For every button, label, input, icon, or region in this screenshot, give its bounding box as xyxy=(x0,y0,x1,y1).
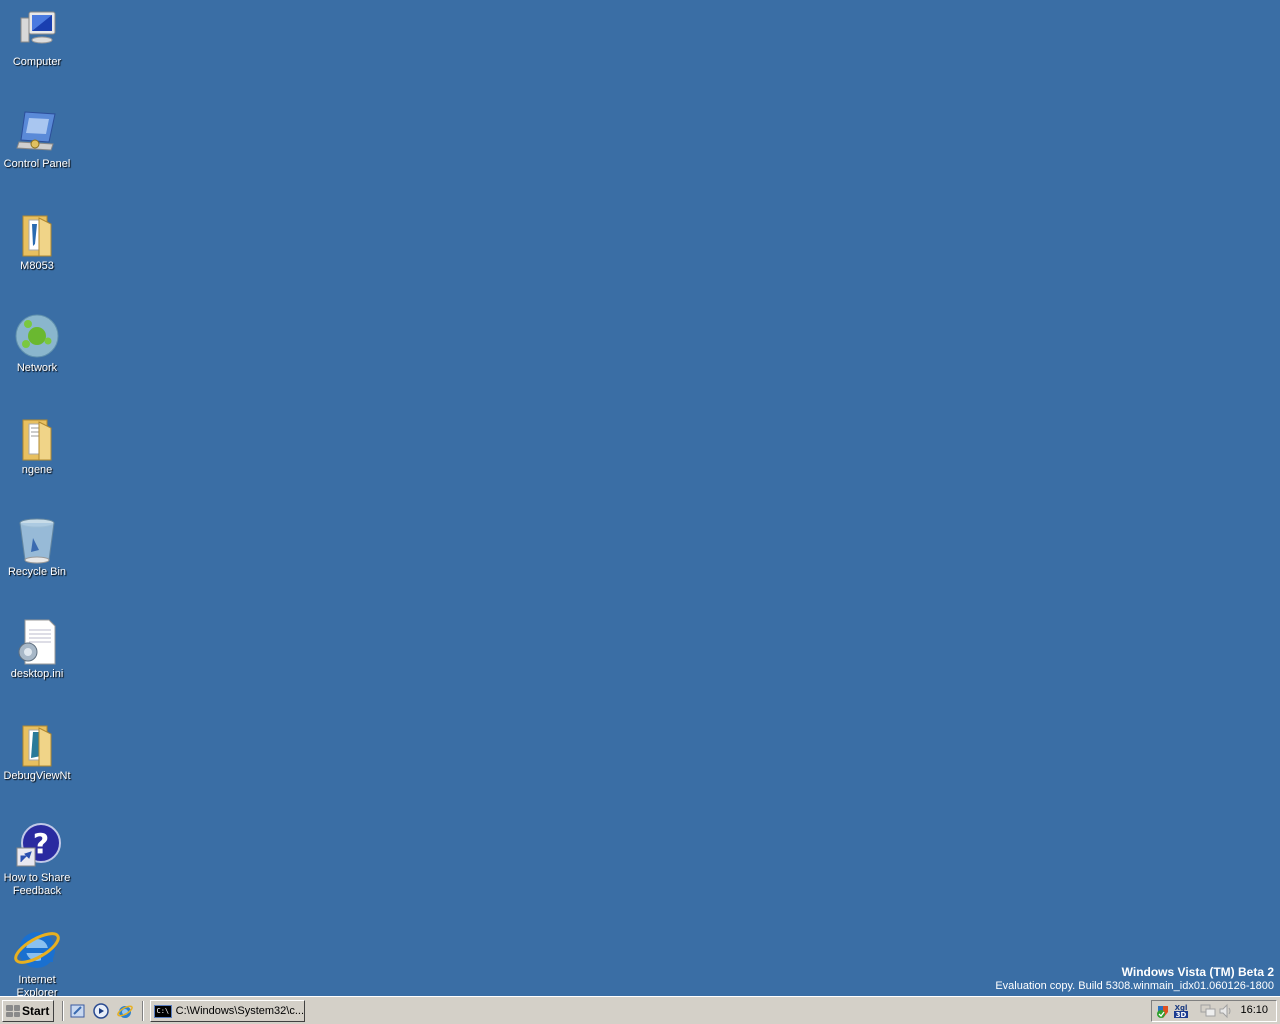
desktop-icon-label: DebugViewNt xyxy=(3,770,71,782)
desktop-icon-label: Network xyxy=(16,362,58,374)
start-label: Start xyxy=(22,1004,50,1018)
control-panel-icon xyxy=(13,108,61,156)
taskbar-separator xyxy=(62,1001,64,1021)
desktop-icon-desktop-ini[interactable]: desktop.ini xyxy=(0,614,74,681)
taskbar-button-command-prompt[interactable]: C:\ C:\Windows\System32\c... xyxy=(150,1000,305,1022)
help-shortcut-icon: ? xyxy=(13,822,61,870)
recycle-bin-icon xyxy=(13,516,61,564)
desktop-icon-label: How to Share Feedback xyxy=(3,872,71,897)
desktop-icon-debugviewnt[interactable]: DebugViewNt xyxy=(0,716,74,783)
desktop: Computer Control Panel M8053 Network nge… xyxy=(0,0,1280,999)
show-desktop-icon[interactable] xyxy=(70,1003,86,1019)
watermark-build: Evaluation copy. Build 5308.winmain_idx0… xyxy=(995,980,1274,992)
internet-explorer-icon[interactable] xyxy=(117,1003,133,1019)
volume-icon[interactable] xyxy=(1218,1003,1234,1019)
desktop-icon-label: Computer xyxy=(12,56,62,68)
desktop-icon-label: desktop.ini xyxy=(10,668,64,680)
windows-logo-icon xyxy=(6,1005,20,1017)
os-watermark: Windows Vista (TM) Beta 2 Evaluation cop… xyxy=(995,965,1274,993)
internet-explorer-icon xyxy=(13,924,61,972)
taskbar-separator xyxy=(142,1001,144,1021)
desktop-icon-internet-explorer[interactable]: Internet Explorer xyxy=(0,920,74,1000)
desktop-icon-ngene[interactable]: ngene xyxy=(0,410,74,477)
network-icon xyxy=(13,312,61,360)
clock[interactable]: 16:10 xyxy=(1240,1004,1268,1016)
desktop-icon-label: Recycle Bin xyxy=(7,566,67,578)
desktop-icon-label: M8053 xyxy=(20,260,54,272)
computer-icon xyxy=(13,6,61,54)
desktop-icon-computer[interactable]: Computer xyxy=(0,2,74,69)
xgl-text-bottom: 3D xyxy=(1176,1011,1187,1019)
folder-icon xyxy=(13,210,61,258)
network-status-icon[interactable] xyxy=(1200,1003,1216,1019)
desktop-icon-control-panel[interactable]: Control Panel xyxy=(0,104,74,171)
security-center-icon[interactable] xyxy=(1155,1003,1171,1019)
start-button[interactable]: Start xyxy=(2,1000,54,1022)
desktop-icon-recycle-bin[interactable]: Recycle Bin xyxy=(0,512,74,579)
folder-icon xyxy=(13,414,61,462)
task-label: C:\Windows\System32\c... xyxy=(175,1005,304,1017)
media-player-icon[interactable] xyxy=(93,1003,109,1019)
taskbar: Start C:\ C:\Windows\System32\c... Xgl 3… xyxy=(0,996,1280,1024)
desktop-icon-m8053[interactable]: M8053 xyxy=(0,206,74,273)
watermark-title: Windows Vista (TM) Beta 2 xyxy=(1121,965,1274,979)
xgl-3d-icon[interactable]: Xgl 3D xyxy=(1172,1003,1190,1019)
desktop-icon-how-to-share-feedback[interactable]: ? How to Share Feedback xyxy=(0,818,74,898)
command-prompt-icon: C:\ xyxy=(154,1004,172,1018)
folder-icon xyxy=(13,720,61,768)
settings-file-icon xyxy=(13,618,61,666)
system-tray: Xgl 3D 16:10 xyxy=(1151,1000,1277,1022)
desktop-icon-label: Control Panel xyxy=(3,158,71,170)
desktop-icon-network[interactable]: Network xyxy=(0,308,74,375)
desktop-icon-label: ngene xyxy=(21,464,53,476)
